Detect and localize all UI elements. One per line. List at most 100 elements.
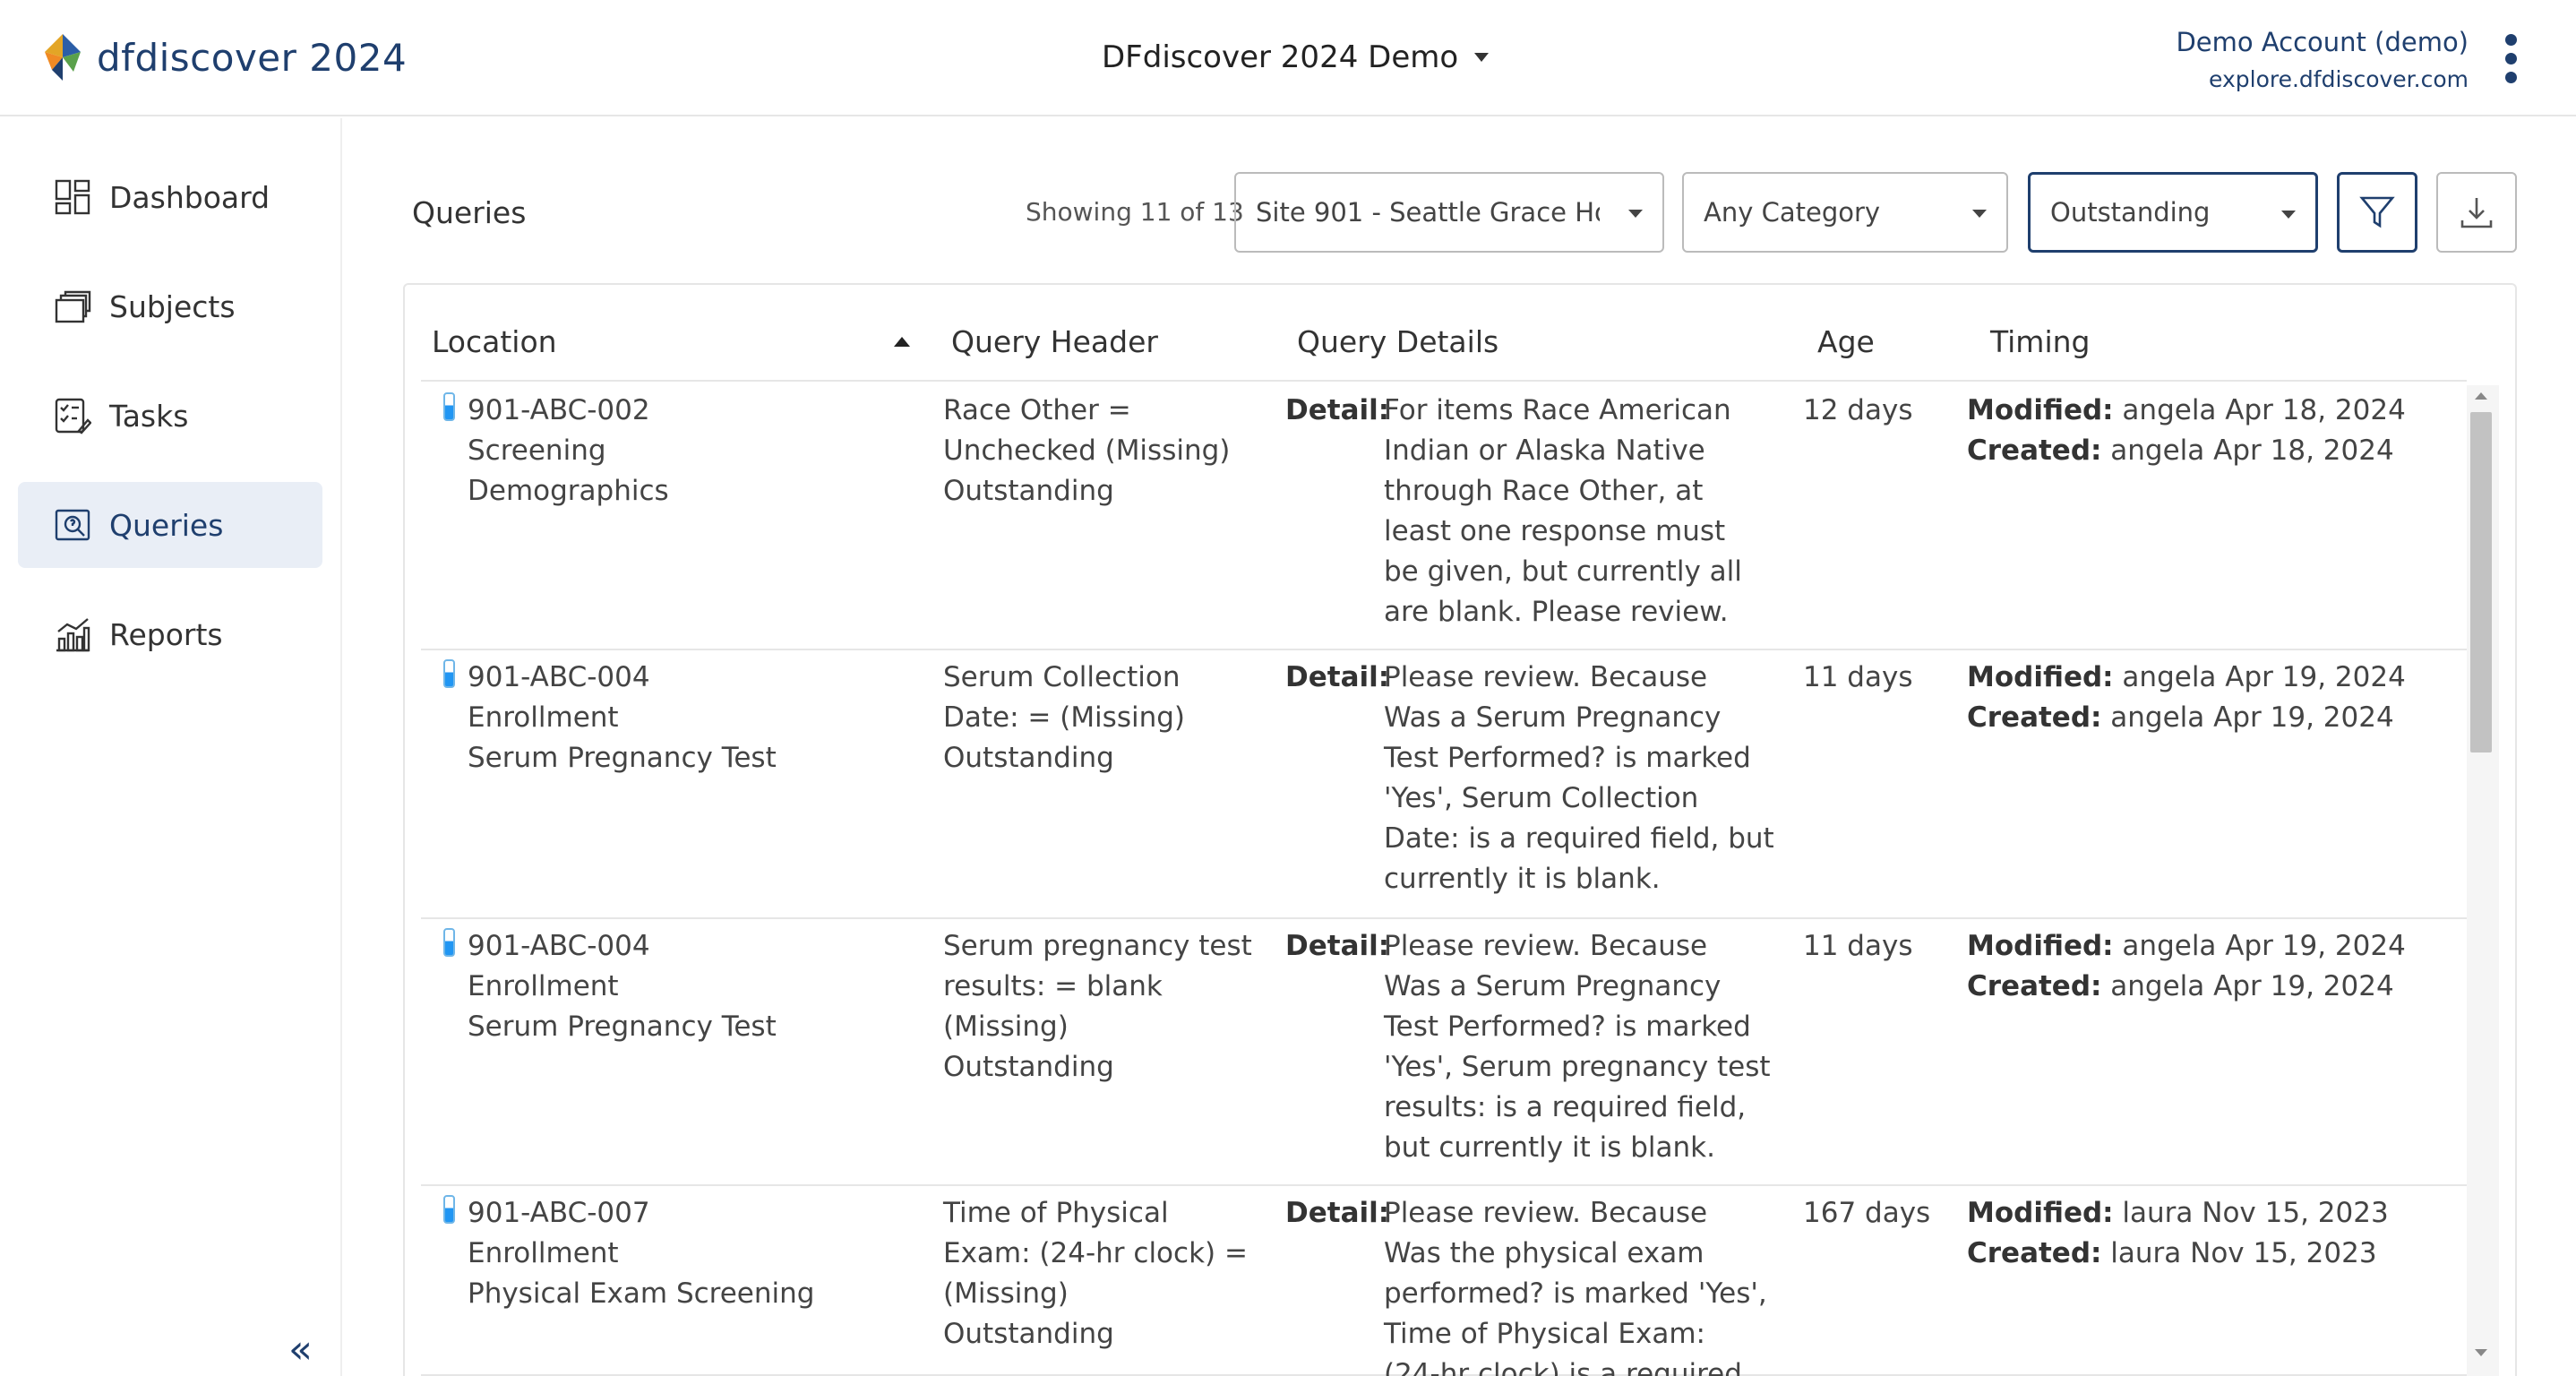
modified-label: Modified: xyxy=(1967,661,2114,693)
query-header-line: (Missing) xyxy=(943,1277,1069,1310)
query-detail-line: Indian or Alaska Native xyxy=(1384,434,1705,467)
location-line: Screening xyxy=(468,434,606,467)
query-status-icon xyxy=(443,1195,455,1224)
location-line: 901-ABC-002 xyxy=(468,394,650,426)
modified-value: angela Apr 18, 2024 xyxy=(2122,394,2406,426)
query-status-icon xyxy=(443,659,455,688)
query-detail-line: Was a Serum Pregnancy xyxy=(1384,970,1722,1002)
query-detail-line: but currently it is blank. xyxy=(1384,1131,1715,1164)
created-value: angela Apr 19, 2024 xyxy=(2110,970,2394,1002)
query-header-line: Serum pregnancy test xyxy=(943,930,1252,962)
age-cell: 11 days xyxy=(1803,661,1913,693)
query-header-line: Outstanding xyxy=(943,1318,1114,1350)
query-detail-line: Please review. Because xyxy=(1384,1197,1708,1229)
scroll-up-icon[interactable] xyxy=(2475,392,2487,400)
modified-line: Modified: angela Apr 19, 2024 xyxy=(1967,658,2469,698)
detail-label: Detail: xyxy=(1285,394,1390,426)
created-value: laura Nov 15, 2023 xyxy=(2110,1237,2377,1269)
location-line: Serum Pregnancy Test xyxy=(468,742,777,774)
location-line: Physical Exam Screening xyxy=(468,1277,815,1310)
table-row[interactable]: 901-ABC-002 Screening Demographics Race Oth… xyxy=(421,383,2467,650)
query-header-line: Unchecked (Missing) xyxy=(943,434,1231,467)
table-row[interactable]: 901-ABC-007 Enrollment Physical Exam Scree… xyxy=(421,1186,2467,1376)
query-details-cell: Please review. Because Was a Serum Pregna… xyxy=(1384,926,1787,1168)
modified-line: Modified: laura Nov 15, 2023 xyxy=(1967,1193,2469,1234)
age-cell: 12 days xyxy=(1803,394,1913,426)
created-value: angela Apr 19, 2024 xyxy=(2110,701,2394,734)
age-cell: 11 days xyxy=(1803,930,1913,962)
query-detail-line: Please review. Because xyxy=(1384,930,1708,962)
query-detail-line: 'Yes', Serum Collection xyxy=(1384,782,1699,814)
query-detail-line: For items Race American xyxy=(1384,394,1731,426)
created-line: Created: angela Apr 19, 2024 xyxy=(1967,967,2469,1007)
query-header-cell: Time of Physical Exam: (24-hr clock) = (Mi… xyxy=(943,1193,1284,1354)
created-label: Created: xyxy=(1967,701,2102,734)
modified-label: Modified: xyxy=(1967,930,2114,962)
query-header-line: Race Other = xyxy=(943,394,1131,426)
modified-value: laura Nov 15, 2023 xyxy=(2122,1197,2389,1229)
query-details-cell: For items Race American Indian or Alaska … xyxy=(1384,391,1787,632)
query-detail-line: least one response must xyxy=(1384,515,1726,547)
query-details-cell: Please review. Because Was the physical e… xyxy=(1384,1193,1787,1376)
query-detail-line: (24-hr clock) is a required xyxy=(1384,1358,1742,1376)
query-header-line: Date: = (Missing) xyxy=(943,701,1186,734)
query-detail-line: Was the physical exam xyxy=(1384,1237,1704,1269)
query-detail-line: Was a Serum Pregnancy xyxy=(1384,701,1722,734)
query-detail-line: currently it is blank. xyxy=(1384,863,1661,895)
query-header-line: Outstanding xyxy=(943,1051,1114,1083)
query-header-cell: Serum Collection Date: = (Missing) Outstan… xyxy=(943,658,1284,778)
location-cell[interactable]: 901-ABC-007 Enrollment Physical Exam Scree… xyxy=(468,1193,814,1314)
query-header-cell: Serum pregnancy test results: = blank (Mis… xyxy=(943,926,1284,1088)
location-line: 901-ABC-004 xyxy=(468,930,650,962)
query-detail-line: Please review. Because xyxy=(1384,661,1708,693)
timing-cell: Modified: laura Nov 15, 2023 Created: lau… xyxy=(1967,1193,2469,1274)
location-cell[interactable]: 901-ABC-004 Enrollment Serum Pregnancy Tes… xyxy=(468,658,777,778)
age-cell: 167 days xyxy=(1803,1197,1931,1229)
query-detail-line: Date: is a required field, but xyxy=(1384,822,1774,855)
query-header-cell: Race Other = Unchecked (Missing) Outstandi… xyxy=(943,391,1284,512)
table-row[interactable]: 901-ABC-004 Enrollment Serum Pregnancy Tes… xyxy=(421,919,2467,1186)
detail-label: Detail: xyxy=(1285,1197,1390,1229)
scrollbar-thumb[interactable] xyxy=(2470,412,2492,752)
modified-line: Modified: angela Apr 18, 2024 xyxy=(1967,391,2469,431)
query-status-icon xyxy=(443,928,455,957)
created-label: Created: xyxy=(1967,970,2102,1002)
modified-value: angela Apr 19, 2024 xyxy=(2122,930,2406,962)
location-cell[interactable]: 901-ABC-004 Enrollment Serum Pregnancy Tes… xyxy=(468,926,777,1047)
modified-label: Modified: xyxy=(1967,394,2114,426)
timing-cell: Modified: angela Apr 18, 2024 Created: an… xyxy=(1967,391,2469,471)
location-line: Enrollment xyxy=(468,1237,619,1269)
location-line: 901-ABC-004 xyxy=(468,661,650,693)
table-row[interactable]: 901-ABC-004 Enrollment Serum Pregnancy Tes… xyxy=(421,650,2467,919)
location-line: Enrollment xyxy=(468,970,619,1002)
location-line: Demographics xyxy=(468,475,669,507)
modified-line: Modified: angela Apr 19, 2024 xyxy=(1967,926,2469,967)
query-header-line: Serum Collection xyxy=(943,661,1181,693)
timing-cell: Modified: angela Apr 19, 2024 Created: an… xyxy=(1967,658,2469,738)
query-header-line: Outstanding xyxy=(943,475,1114,507)
query-header-line: Time of Physical xyxy=(943,1197,1169,1229)
detail-label: Detail: xyxy=(1285,930,1390,962)
query-details-cell: Please review. Because Was a Serum Pregna… xyxy=(1384,658,1787,899)
location-cell[interactable]: 901-ABC-002 Screening Demographics xyxy=(468,391,669,512)
modified-label: Modified: xyxy=(1967,1197,2114,1229)
query-detail-line: be given, but currently all xyxy=(1384,555,1742,588)
location-line: Enrollment xyxy=(468,701,619,734)
detail-label: Detail: xyxy=(1285,661,1390,693)
query-detail-line: are blank. Please review. xyxy=(1384,596,1729,628)
created-line: Created: laura Nov 15, 2023 xyxy=(1967,1234,2469,1274)
query-detail-line: 'Yes', Serum pregnancy test xyxy=(1384,1051,1771,1083)
timing-cell: Modified: angela Apr 19, 2024 Created: an… xyxy=(1967,926,2469,1007)
query-status-icon xyxy=(443,392,455,421)
query-detail-line: performed? is marked 'Yes', xyxy=(1384,1277,1767,1310)
query-detail-line: Time of Physical Exam: xyxy=(1384,1318,1705,1350)
created-line: Created: angela Apr 19, 2024 xyxy=(1967,698,2469,738)
created-label: Created: xyxy=(1967,434,2102,467)
scroll-down-icon[interactable] xyxy=(2475,1349,2487,1356)
query-detail-line: through Race Other, at xyxy=(1384,475,1704,507)
modified-value: angela Apr 19, 2024 xyxy=(2122,661,2406,693)
location-line: 901-ABC-007 xyxy=(468,1197,650,1229)
created-label: Created: xyxy=(1967,1237,2102,1269)
query-header-line: results: = blank xyxy=(943,970,1163,1002)
created-line: Created: angela Apr 18, 2024 xyxy=(1967,431,2469,471)
